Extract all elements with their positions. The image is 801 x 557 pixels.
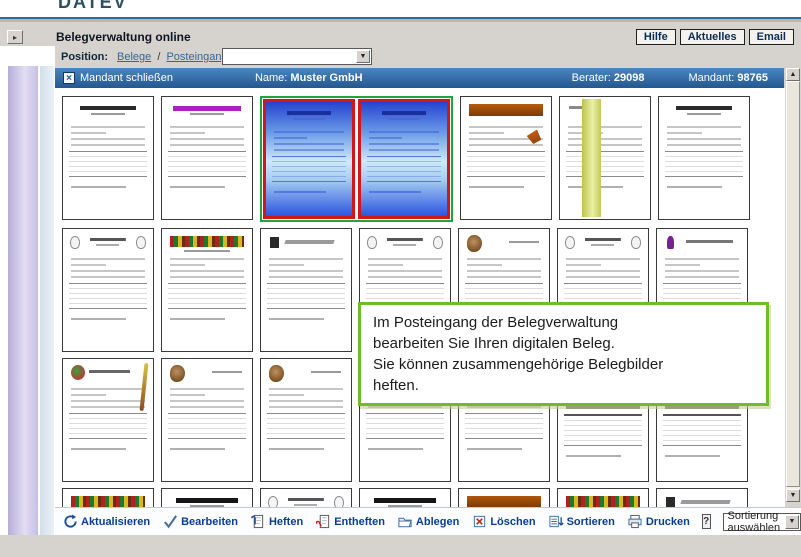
unstaple-icon bbox=[315, 514, 331, 530]
folder-icon bbox=[397, 514, 413, 530]
sortieren-button[interactable]: Sortieren bbox=[548, 514, 615, 530]
breadcrumb: Belege / Posteingang / bbox=[114, 51, 237, 63]
mandant-schliessen-button[interactable]: × Mandant schließen bbox=[63, 72, 173, 84]
sort-dropdown[interactable]: Sortierung auswählen ▼ bbox=[722, 510, 801, 534]
toolbar-label: Ablegen bbox=[415, 515, 460, 528]
document-thumbnail-invoice-stripe-banner[interactable] bbox=[62, 488, 154, 507]
document-thumbnail-invoice-blue-selected[interactable] bbox=[358, 99, 450, 219]
mandant-number: Mandant: 98765 bbox=[688, 72, 768, 84]
l-schen-button[interactable]: Löschen bbox=[471, 514, 536, 530]
scroll-down-icon[interactable]: ▼ bbox=[786, 489, 800, 502]
help-button[interactable]: ? bbox=[701, 514, 711, 529]
left-gradient-strip-2 bbox=[40, 66, 54, 539]
refresh-icon bbox=[62, 514, 78, 530]
left-gradient-strip bbox=[8, 66, 38, 544]
ablegen-button[interactable]: Ablegen bbox=[397, 514, 459, 530]
top-bar: DATEV bbox=[0, 0, 801, 19]
breadcrumb-separator: / bbox=[154, 51, 164, 63]
bottom-band bbox=[0, 535, 801, 557]
document-thumbnail-invoice-orange-leaf[interactable] bbox=[460, 96, 552, 220]
document-thumbnail-invoice-label[interactable] bbox=[656, 488, 748, 507]
document-thumbnail-invoice-purple-header[interactable] bbox=[161, 96, 253, 220]
document-thumbnail-invoice-blue-selected[interactable] bbox=[263, 99, 355, 219]
scroll-up-icon[interactable]: ▲ bbox=[786, 68, 800, 81]
datev-logo: DATEV bbox=[58, 0, 128, 12]
aktuelles-button[interactable]: Aktuelles bbox=[679, 29, 745, 45]
vertical-scrollbar[interactable]: ▲ ▼ bbox=[786, 68, 800, 502]
check-icon bbox=[162, 514, 178, 530]
mandant-close-label: Mandant schließen bbox=[80, 72, 173, 84]
entheften-button[interactable]: Entheften bbox=[315, 514, 385, 530]
email-button[interactable]: Email bbox=[748, 29, 794, 45]
document-thumbnail-invoice-flower[interactable] bbox=[260, 358, 352, 482]
stapled-document-group bbox=[260, 96, 453, 222]
toolbar-label: Löschen bbox=[490, 515, 536, 528]
document-thumbnail-invoice-orange-banner[interactable] bbox=[458, 488, 550, 507]
document-thumbnail-invoice-stripe-banner[interactable] bbox=[161, 228, 253, 352]
chevron-down-icon[interactable]: ▼ bbox=[785, 514, 799, 529]
document-thumbnail-invoice-plain[interactable] bbox=[658, 96, 750, 220]
info-callout-line: bearbeiten Sie Ihren digitalen Beleg. bbox=[373, 335, 615, 352]
name-label: Name: bbox=[254, 72, 288, 84]
toolbar-items: Aktualisieren Bearbeiten Heften Entheften Ab… bbox=[62, 514, 690, 530]
toolbar-label: Aktualisieren bbox=[81, 515, 151, 528]
thumbnail-row bbox=[62, 96, 750, 222]
info-callout-line: Sie können zusammengehörige Belegbilder bbox=[373, 356, 664, 373]
document-thumbnail-invoice-title[interactable] bbox=[359, 488, 451, 507]
bottom-toolbar: Aktualisieren Bearbeiten Heften Entheften Ab… bbox=[55, 507, 801, 535]
document-thumbnail-invoice-label[interactable] bbox=[260, 228, 352, 352]
info-callout: Im Posteingang der Belegverwaltung bearbe… bbox=[358, 302, 769, 406]
berater-label: Berater: bbox=[571, 72, 611, 84]
breadcrumb-label: Position: bbox=[61, 51, 109, 63]
heften-button[interactable]: Heften bbox=[250, 514, 303, 530]
toolbar-label: Bearbeiten bbox=[181, 515, 238, 528]
document-grid-area bbox=[55, 88, 785, 507]
info-callout-line: Im Posteingang der Belegverwaltung bbox=[373, 314, 619, 331]
staple-icon bbox=[250, 514, 266, 530]
breadcrumb-link-posteingang[interactable]: Posteingang bbox=[166, 51, 227, 63]
toolbar-label: Sortieren bbox=[566, 515, 615, 528]
berater-number: Berater: 29098 bbox=[572, 72, 645, 84]
collapse-panel-icon[interactable]: ▸ bbox=[7, 30, 23, 44]
document-thumbnail-invoice-flower[interactable] bbox=[161, 358, 253, 482]
toolbar-label: Heften bbox=[268, 515, 304, 528]
document-thumbnail-invoice-yellow-stripe[interactable] bbox=[559, 96, 651, 220]
berater-value: 29098 bbox=[613, 72, 645, 84]
sort-icon bbox=[548, 514, 564, 530]
thumbnail-row bbox=[62, 488, 750, 507]
scrollbar-thumb[interactable] bbox=[786, 81, 800, 487]
name-value: Muster GmbH bbox=[290, 72, 363, 84]
page-title: Belegverwaltung online bbox=[56, 30, 191, 44]
print-icon bbox=[627, 514, 643, 530]
document-thumbnail-invoice-crest[interactable] bbox=[260, 488, 352, 507]
close-icon: × bbox=[63, 72, 75, 84]
aktualisieren-button[interactable]: Aktualisieren bbox=[62, 514, 150, 530]
mandant-value: 98765 bbox=[737, 72, 768, 84]
document-thumbnail-invoice-bird-feather[interactable] bbox=[62, 358, 154, 482]
bearbeiten-button[interactable]: Bearbeiten bbox=[162, 514, 238, 530]
drucken-button[interactable]: Drucken bbox=[627, 514, 690, 530]
mandant-label: Mandant: bbox=[688, 72, 735, 84]
toolbar-label: Drucken bbox=[645, 515, 690, 528]
toolbar-label: Entheften bbox=[334, 515, 385, 528]
document-thumbnail-invoice-stripe-banner[interactable] bbox=[557, 488, 649, 507]
info-callout-line: heften. bbox=[373, 377, 419, 394]
belegverwaltung-window: DATEV ArbeitsplatzEinstellungenAdministr… bbox=[0, 0, 801, 557]
header-buttons: Hilfe Aktuelles Email bbox=[635, 29, 794, 45]
document-thumbnail-invoice-title[interactable] bbox=[161, 488, 253, 507]
mandant-name: Name: Muster GmbH bbox=[255, 72, 363, 84]
mandant-bar: × Mandant schließen Name: Muster GmbH Be… bbox=[55, 68, 784, 88]
document-thumbnail-invoice-crest[interactable] bbox=[62, 228, 154, 352]
hilfe-button[interactable]: Hilfe bbox=[635, 29, 676, 45]
document-thumbnail-invoice-plain[interactable] bbox=[62, 96, 154, 220]
delete-icon bbox=[471, 514, 487, 530]
chevron-down-icon[interactable]: ▼ bbox=[356, 50, 370, 63]
position-dropdown[interactable]: ▼ bbox=[222, 48, 372, 65]
breadcrumb-link-belege[interactable]: Belege bbox=[117, 51, 151, 63]
